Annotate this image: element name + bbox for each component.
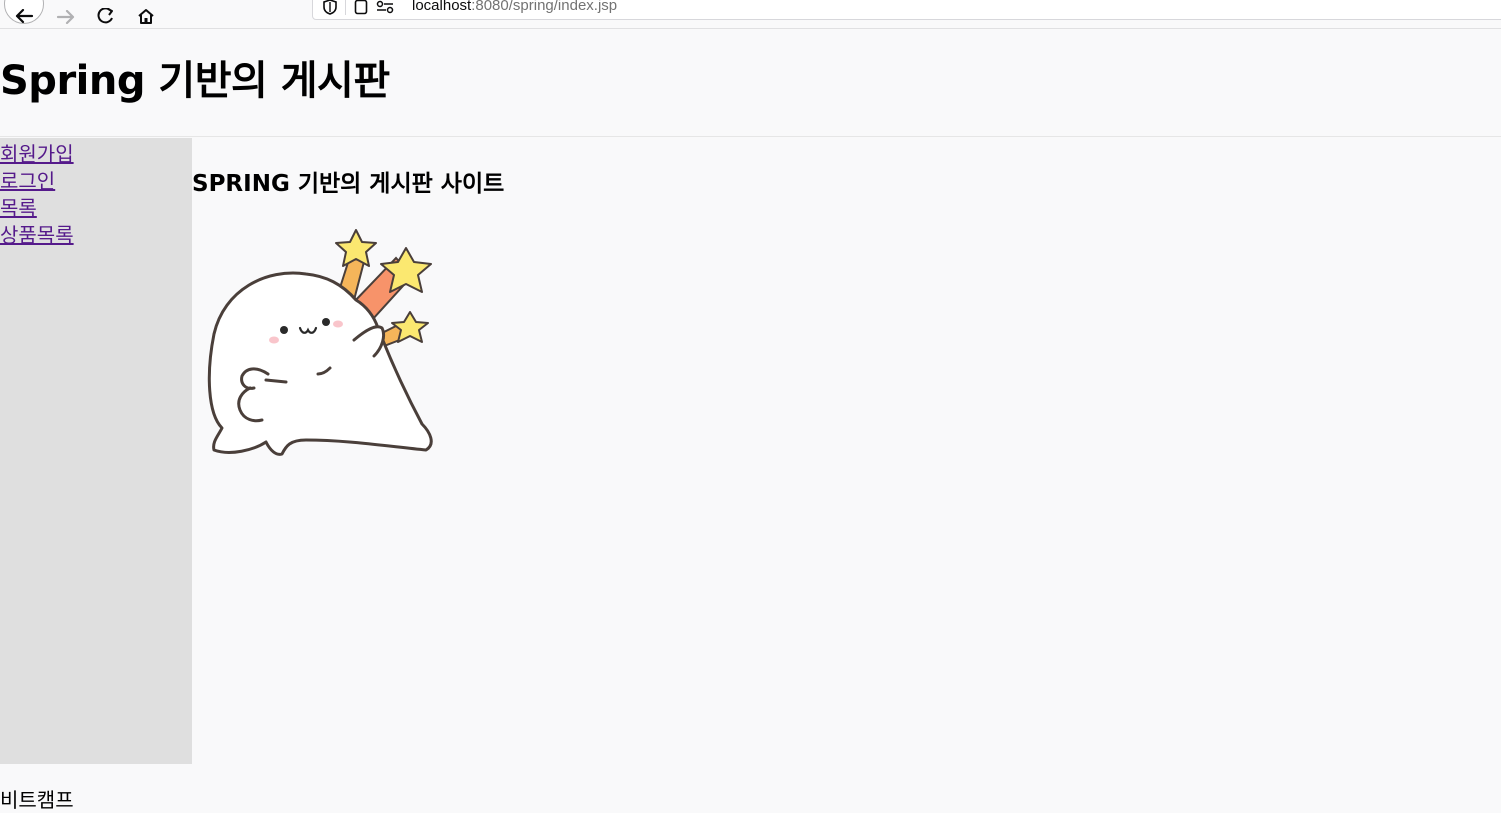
signup-link[interactable]: 회원가입 [0, 142, 74, 166]
url-path: :8080/spring/index.jsp [471, 0, 618, 14]
sidebar: 회원가입 로그인 목록 상품목록 [0, 138, 192, 764]
page-title: Spring 기반의 게시판 [0, 58, 390, 104]
reload-icon [97, 8, 113, 24]
reload-button[interactable] [86, 0, 126, 24]
sidebar-nav: 회원가입 로그인 목록 상품목록 [0, 142, 74, 250]
home-icon [138, 9, 154, 24]
mascot-eye-right [322, 318, 330, 326]
sidebar-item-login: 로그인 [0, 169, 74, 196]
permissions-icon[interactable] [376, 0, 394, 15]
browser-toolbar: localhost:8080/spring/index.jsp [0, 0, 1501, 29]
main-content: SPRING 기반의 게시판 사이트 [192, 138, 1501, 764]
list-link[interactable]: 목록 [0, 196, 37, 220]
arrow-right-icon [56, 10, 75, 24]
url-host: localhost [412, 0, 472, 14]
forward-button[interactable] [46, 0, 86, 24]
shield-icon[interactable] [323, 0, 337, 15]
site-heading: SPRING 기반의 게시판 사이트 [192, 171, 505, 197]
url-bar[interactable]: localhost:8080/spring/index.jsp [312, 0, 1501, 20]
url-text[interactable]: localhost:8080/spring/index.jsp [412, 0, 617, 14]
mascot-body [207, 271, 433, 456]
arrow-left-icon [15, 9, 34, 23]
login-link[interactable]: 로그인 [0, 169, 55, 193]
back-button[interactable] [4, 0, 44, 24]
page-header: Spring 기반의 게시판 [0, 29, 1501, 137]
sidebar-item-signup: 회원가입 [0, 142, 74, 169]
mascot-image [207, 229, 433, 456]
mascot-eye-left [280, 326, 288, 334]
product-list-link[interactable]: 상품목록 [0, 223, 74, 247]
footer-text: 비트캠프 [0, 788, 74, 812]
sidebar-item-product-list: 상품목록 [0, 223, 74, 250]
home-button[interactable] [126, 0, 166, 24]
url-icons [323, 0, 394, 15]
sidebar-item-list: 목록 [0, 196, 74, 223]
url-separator [345, 0, 346, 15]
page-icon [354, 0, 368, 15]
